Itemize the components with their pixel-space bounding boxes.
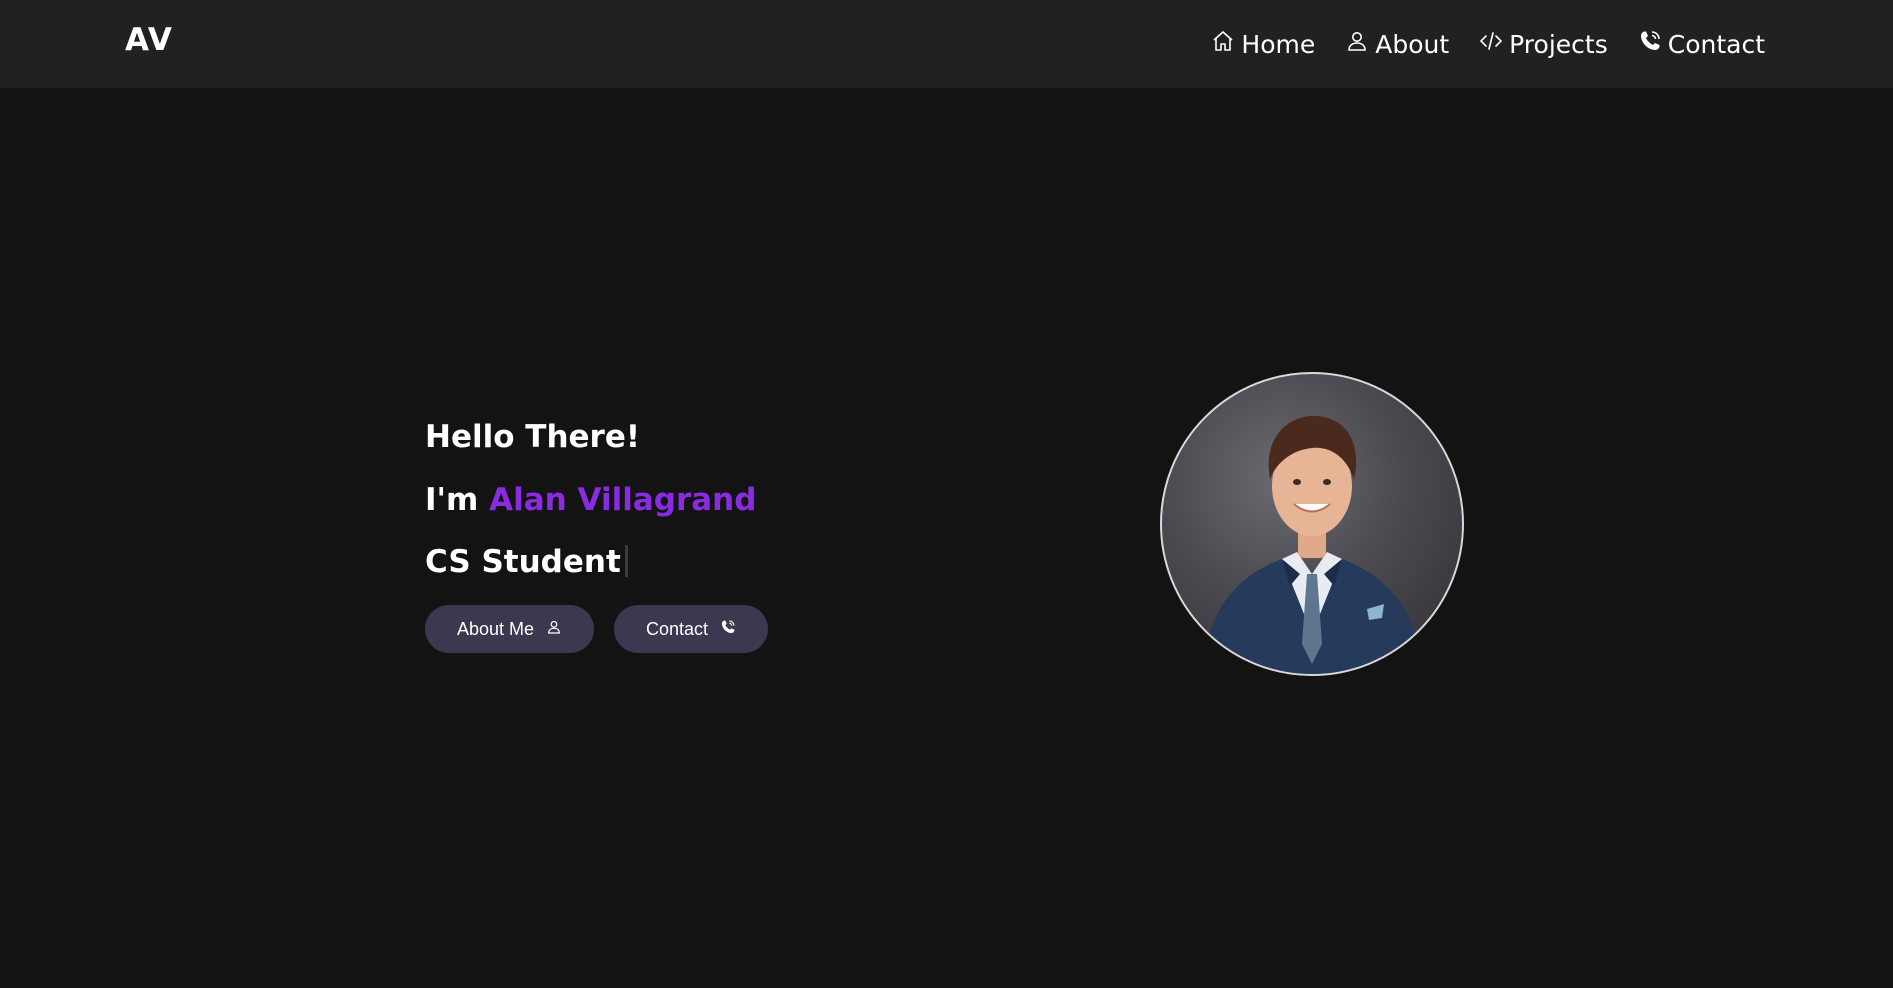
hero-intro: I'm Alan Villagrand — [425, 481, 756, 519]
intro-prefix: I'm — [425, 482, 479, 518]
code-icon — [1479, 29, 1503, 59]
nav-item-projects[interactable]: Projects — [1479, 29, 1608, 59]
about-me-label: About Me — [456, 618, 535, 639]
nav-item-label: Projects — [1509, 29, 1608, 59]
nav-item-label: Home — [1241, 29, 1316, 59]
contact-label: Contact — [645, 618, 709, 639]
profile-photo — [1160, 372, 1464, 676]
phone-icon — [1638, 29, 1662, 59]
nav-item-label: Contact — [1667, 29, 1765, 59]
nav-item-label: About — [1375, 29, 1450, 59]
nav-item-about[interactable]: About — [1345, 29, 1449, 59]
user-icon — [546, 619, 562, 640]
typing-cursor — [624, 545, 628, 577]
navbar: AV Home About Projects Contact — [0, 0, 1893, 88]
nav-item-contact[interactable]: Contact — [1638, 29, 1765, 59]
portrait-illustration — [1202, 415, 1422, 674]
nav-item-home[interactable]: Home — [1211, 29, 1315, 59]
hero-role: CS Student — [425, 543, 628, 581]
nav-links: Home About Projects Contact — [1211, 0, 1765, 88]
about-me-button[interactable]: About Me — [425, 605, 594, 653]
user-icon — [1345, 29, 1369, 59]
role-text: CS Student — [425, 544, 621, 580]
contact-button[interactable]: Contact — [614, 605, 768, 653]
home-icon — [1211, 29, 1235, 59]
hero-greeting: Hello There! — [425, 419, 641, 455]
site-logo[interactable]: AV — [125, 22, 173, 58]
hero-name: Alan Villagrand — [489, 482, 757, 518]
phone-icon — [720, 619, 736, 640]
